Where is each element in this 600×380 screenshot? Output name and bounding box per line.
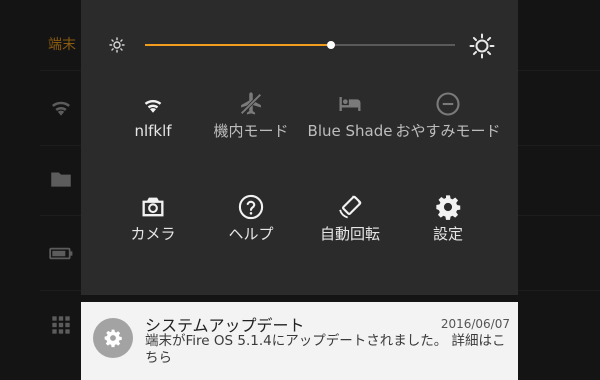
brightness-row	[81, 30, 518, 60]
gear-icon	[434, 193, 462, 221]
gear-icon	[104, 329, 122, 348]
notification-system-update[interactable]: システムアップデート 2016/06/07 端末がFire OS 5.1.4にア…	[81, 302, 518, 380]
tile-airplane-mode-label: 機内モード	[213, 122, 289, 140]
folder-icon	[48, 166, 74, 192]
tile-do-not-disturb[interactable]: おやすみモード	[395, 90, 501, 141]
notification-body: 端末がFire OS 5.1.4にアップデートされました。 詳細はこちら	[145, 333, 506, 366]
tile-blue-shade[interactable]: Blue Shade	[297, 90, 403, 141]
tile-settings[interactable]: 設定	[395, 193, 501, 244]
tile-camera[interactable]: カメラ	[100, 193, 206, 244]
tile-do-not-disturb-label: おやすみモード	[395, 122, 501, 140]
wifi-icon	[48, 94, 74, 120]
brightness-high-icon	[469, 33, 495, 59]
tile-settings-label: 設定	[432, 225, 463, 243]
tile-blue-shade-label: Blue Shade	[307, 122, 393, 140]
do-not-disturb-icon	[434, 90, 462, 118]
background-device-label: 端末	[48, 37, 76, 53]
tile-wifi[interactable]: nlfklf	[100, 90, 206, 141]
tile-help-label: ヘルプ	[228, 225, 274, 243]
battery-icon	[48, 240, 74, 266]
brightness-low-icon	[109, 37, 125, 53]
camera-icon	[139, 193, 167, 221]
tile-help[interactable]: ヘルプ	[198, 193, 304, 244]
tile-auto-rotate-label: 自動回転	[319, 225, 380, 243]
bed-icon	[336, 90, 364, 118]
airplane-off-icon	[237, 90, 265, 118]
tile-airplane-mode[interactable]: 機内モード	[198, 90, 304, 141]
help-icon	[237, 193, 265, 221]
notification-date: 2016/06/07	[440, 317, 510, 331]
tile-wifi-label: nlfklf	[134, 122, 172, 140]
auto-rotate-icon	[336, 193, 364, 221]
quick-settings-panel: nlfklf 機内モード Blue Shade おやすみモード カメラ ヘルプ	[81, 0, 518, 295]
grid-icon	[48, 312, 74, 338]
tile-camera-label: カメラ	[130, 225, 176, 243]
brightness-slider-thumb[interactable]	[327, 41, 335, 49]
notification-avatar	[93, 318, 133, 358]
brightness-slider[interactable]	[145, 41, 455, 49]
wifi-icon	[139, 90, 167, 118]
tile-auto-rotate[interactable]: 自動回転	[297, 193, 403, 244]
brightness-slider-fill	[145, 44, 331, 46]
